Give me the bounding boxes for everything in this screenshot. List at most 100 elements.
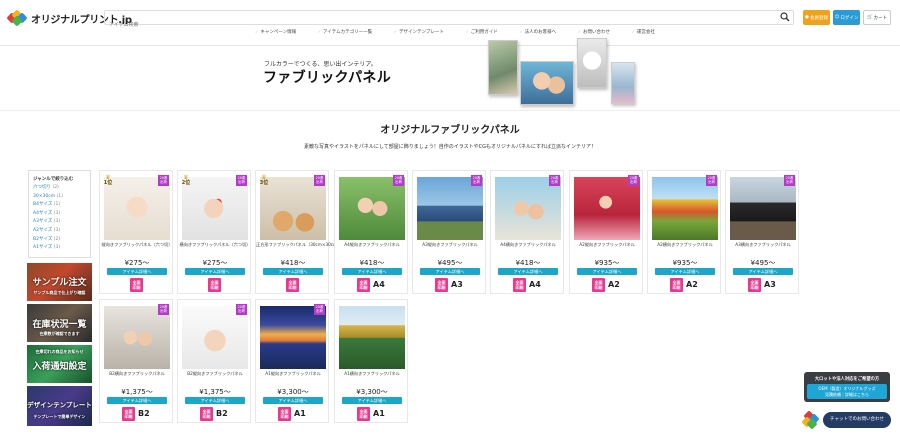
product-image[interactable] [417,177,483,240]
product-card[interactable]: 20着 出荷 B2縦向きファブリックパネル ¥1,375〜 アイテム詳細へ 全面 印刷 B… [177,299,251,423]
sidebar-item-b4[interactable]: B4サイズ (1) [29,201,90,210]
nav-item-company[interactable]: 運営会社 [632,29,655,38]
rank-badge: ♛ 1位 [103,175,113,186]
product-image[interactable] [260,177,326,240]
sidebar-item-a2[interactable]: A2サイズ (3) [29,227,90,236]
login-button[interactable]: ☺ ログイン [833,10,860,25]
sidebar-item-count: (1) [56,193,63,199]
member-register-button[interactable]: ● 会員登録 [803,10,830,25]
product-name[interactable]: A2縦向きファブリックパネル [570,242,644,247]
search-icon[interactable] [780,12,790,22]
product-card[interactable]: 20着 出荷 A4縦向きファブリックパネル ¥418〜 アイテム詳細へ 全面 印刷 A4 [334,170,408,294]
nav-item-corporate[interactable]: 法人のお客様へ [519,29,557,38]
item-detail-button[interactable]: アイテム詳細へ [185,397,245,404]
size-label: B2 [216,409,228,418]
sidebar-item-b2[interactable]: B2サイズ (2) [29,236,90,245]
product-card[interactable]: 20着 出荷 A4横向きファブリックパネル ¥418〜 アイテム詳細へ 全面 印刷 A4 [490,170,564,294]
ship-badge: 20着 出荷 [471,175,482,186]
product-name[interactable]: A2横向きファブリックパネル [648,242,722,247]
product-price: ¥935〜 [594,259,620,267]
ship-badge: 20着 出荷 [236,304,247,315]
banner-subtitle: 在庫切れの商品をお知らせ [35,349,84,354]
oem-inquiry-link[interactable]: OEM（製造）オリジナルグッズ 見積依頼｜詳細はこちら [807,384,887,399]
product-image[interactable] [652,177,718,240]
item-detail-button[interactable]: アイテム詳細へ [420,268,480,275]
product-image[interactable] [339,306,405,369]
nav-item-guide[interactable]: ご利用ガイド [465,29,498,38]
full-print-badge: 全面 印刷 [278,407,291,421]
product-name[interactable]: 縦向きファブリックパネル（六つ切） [100,242,174,247]
sidebar-item-count: (3) [53,227,61,233]
product-card[interactable]: 20着 出荷 A1縦向きファブリックパネル ¥3,300〜 アイテム詳細へ 全面 印刷 A… [255,299,329,423]
size-label: A2 [608,280,620,289]
chat-inquiry-button[interactable]: チャットでのお問い合わせ [823,412,891,428]
product-image[interactable] [495,177,561,240]
product-name[interactable]: A1縦向きファブリックパネル [256,371,330,376]
product-price: ¥418〜 [515,259,541,267]
search-box [104,10,794,32]
product-name[interactable]: 横向きファブリックパネル（六つ切） [178,242,252,247]
item-detail-button[interactable]: アイテム詳細へ [107,268,167,275]
item-detail-button[interactable]: アイテム詳細へ [263,268,323,275]
item-detail-button[interactable]: アイテム詳細へ [498,268,558,275]
product-card[interactable]: ♛ 2位 20着 出荷 横向きファブリックパネル（六つ切） ¥275〜 アイテム詳細へ 全面… [177,170,251,294]
product-image[interactable] [182,306,248,369]
product-name[interactable]: 正方形ファブリックパネル（30cm×30cm） [256,242,341,247]
nav-item-categories[interactable]: アイテムカテゴリー一覧 [318,29,372,38]
product-name[interactable]: A4横向きファブリックパネル [491,242,565,247]
product-image[interactable] [260,306,326,369]
banner-title: デザインテンプレート [27,401,92,409]
nav-item-templates[interactable]: デザインテンプレート [394,29,444,38]
item-detail-button[interactable]: アイテム詳細へ [577,268,637,275]
product-card[interactable]: 20着 出荷 B2横向きファブリックパネル ¥1,375〜 アイテム詳細へ 全面 印刷 B… [99,299,173,423]
chat-avatar-icon[interactable] [802,411,820,429]
product-name[interactable]: A1横向きファブリックパネル [335,371,409,376]
product-name[interactable]: A3横向きファブリックパネル [726,242,800,247]
full-print-badge: 全面 印刷 [357,407,370,421]
item-detail-button[interactable]: アイテム詳細へ [185,268,245,275]
banner-sample-order[interactable]: サンプル注文 サンプル商品で仕上がり確認 [27,263,92,301]
product-card[interactable]: 20着 出荷 A2縦向きファブリックパネル ¥935〜 アイテム詳細へ 全面 印刷 A2 [569,170,643,294]
product-image[interactable] [104,306,170,369]
banner-restock-notice[interactable]: 入荷通知設定 在庫切れの商品をお知らせ [27,345,92,383]
banner-design-template[interactable]: デザインテンプレート テンプレートで簡単デザイン [27,386,92,426]
product-card[interactable]: ♛ 1位 20着 出荷 縦向きファブリックパネル（六つ切） ¥275〜 アイテム詳細へ 全面… [99,170,173,294]
sidebar-item-a4[interactable]: A4サイズ (3) [29,210,90,219]
product-card[interactable]: 20着 出荷 A3横向きファブリックパネル ¥495〜 アイテム詳細へ 全面 印刷 A3 [725,170,799,294]
product-image[interactable] [104,177,170,240]
product-card[interactable]: ♛ 3位 20着 出荷 正方形ファブリックパネル（30cm×30cm） ¥418〜 アイテ… [255,170,341,294]
sidebar-item-count: (3) [53,210,61,216]
product-card[interactable]: A1横向きファブリックパネル ¥3,300〜 アイテム詳細へ 全面 印刷 A1 [334,299,408,423]
product-image[interactable] [730,177,796,240]
sidebar-item-rokugiri[interactable]: 六つ切り (2) [29,184,90,193]
item-detail-button[interactable]: アイテム詳細へ [263,397,323,404]
product-image[interactable] [574,177,640,240]
rank-label: 3位 [259,180,269,186]
product-name[interactable]: A4縦向きファブリックパネル [335,242,409,247]
ship-badge: 20着 出荷 [628,175,639,186]
hero-banner: フルカラーでつくる、思い出インテリア。 ファブリックパネル [0,38,900,108]
nav-item-campaign[interactable]: キャンペーン情報 [255,29,296,38]
product-image[interactable] [182,177,248,240]
size-label: A4 [373,280,385,289]
product-name[interactable]: B2縦向きファブリックパネル [178,371,252,376]
product-card[interactable]: 20着 出荷 A2横向きファブリックパネル ¥935〜 アイテム詳細へ 全面 印刷 A2 [647,170,721,294]
sidebar-item-a3[interactable]: A3サイズ (3) [29,218,90,227]
item-detail-button[interactable]: アイテム詳細へ [107,397,167,404]
item-detail-button[interactable]: アイテム詳細へ [733,268,793,275]
product-image[interactable] [339,177,405,240]
sidebar-item-a1[interactable]: A1サイズ (3) [29,244,90,253]
product-price: ¥418〜 [280,259,306,267]
hero-panel-image [611,62,635,104]
sidebar-item-30x30[interactable]: 30×30cm (1) [29,193,90,202]
item-detail-button[interactable]: アイテム詳細へ [342,397,402,404]
product-price: ¥418〜 [359,259,385,267]
product-card[interactable]: 20着 出荷 A3縦向きファブリックパネル ¥495〜 アイテム詳細へ 全面 印刷 A3 [412,170,486,294]
item-detail-button[interactable]: アイテム詳細へ [655,268,715,275]
nav-item-contact[interactable]: お問い合わせ [578,29,610,38]
cart-button[interactable]: 🛒 カート [863,10,891,25]
item-detail-button[interactable]: アイテム詳細へ [342,268,402,275]
banner-stock-list[interactable]: 在庫状況一覧 在庫数が確認できます [27,304,92,342]
product-name[interactable]: A3縦向きファブリックパネル [413,242,487,247]
product-name[interactable]: B2横向きファブリックパネル [100,371,174,376]
